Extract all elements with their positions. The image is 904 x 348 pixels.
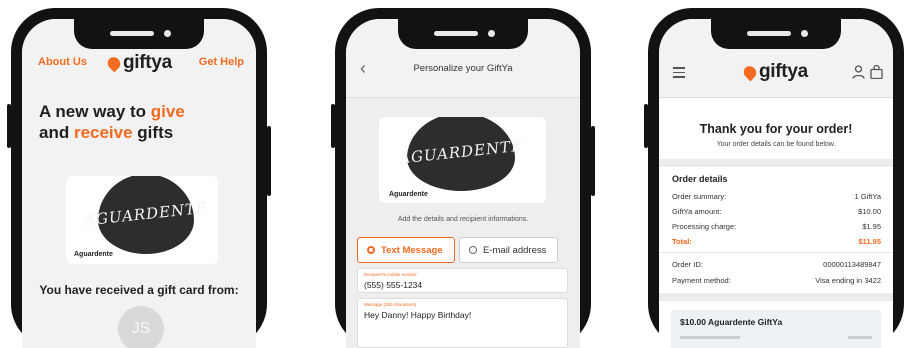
get-help-link[interactable]: Get Help	[199, 56, 244, 68]
personalize-screen: ‹ Personalize your GiftYa AGUARDENTE Agu…	[346, 19, 580, 348]
phone-notch	[398, 19, 528, 49]
mobile-number-field[interactable]: Recipient's mobile number (555) 555-1234	[357, 268, 568, 293]
phone-notch	[711, 19, 841, 49]
divider	[659, 252, 893, 253]
thank-you-title: Thank you for your order!	[699, 122, 853, 136]
payment-method-row: Payment method: Visa ending in 3422	[672, 276, 881, 285]
card-label: Aguardente	[389, 191, 428, 198]
phone-personalize: ‹ Personalize your GiftYa AGUARDENTE Agu…	[331, 8, 595, 348]
phone-home: About Us giftya Get Help A new way to gi…	[7, 8, 271, 348]
logo-drop-icon	[105, 54, 123, 72]
sender-avatar: JS	[118, 306, 164, 348]
gift-summary-title: $10.00 Aguardente GiftYa	[680, 317, 783, 327]
order-summary-row: Order summary: 1 GiftYa	[672, 192, 881, 201]
details-hint: Add the details and recipient informatio…	[397, 216, 529, 223]
giftya-amount-row: GiftYa amount: $10.00	[672, 207, 881, 216]
hero-heading: A new way to give and receive gifts	[39, 102, 185, 142]
order-id-row: Order ID: 00000113489847	[672, 260, 881, 269]
shopping-bag-icon[interactable]	[870, 65, 883, 79]
radio-empty-icon	[469, 246, 477, 254]
thank-you-subtitle: Your order details can be found below.	[716, 141, 836, 148]
total-row: Total: $11.95	[672, 237, 881, 246]
radio-selected-icon	[367, 246, 375, 254]
order-details-title: Order details	[672, 174, 728, 184]
processing-charge-row: Processing charge: $1.95	[672, 222, 881, 231]
user-account-icon[interactable]	[852, 65, 865, 79]
message-field[interactable]: Message (250 characters) Hey Danny! Happ…	[357, 298, 568, 348]
aguardente-pick-artwork: AGUARDENTE	[83, 176, 209, 254]
hamburger-menu-icon[interactable]	[673, 67, 685, 81]
section-divider	[659, 159, 893, 167]
gift-card-image: AGUARDENTE Aguardente	[379, 117, 546, 203]
confirmation-screen: giftya Thank you for your order! Your or…	[659, 19, 893, 348]
page-title: Personalize your GiftYa	[413, 63, 513, 74]
received-text: You have received a gift card from:	[39, 283, 239, 297]
card-label: Aguardente	[74, 251, 113, 258]
phone-notch	[74, 19, 204, 49]
email-option[interactable]: E-mail address	[459, 237, 558, 263]
text-message-option[interactable]: Text Message	[357, 237, 455, 263]
logo-drop-icon	[741, 63, 759, 81]
gift-card-image: AGUARDENTE Aguardente	[66, 176, 218, 264]
giftya-logo: giftya	[105, 52, 172, 74]
home-screen: About Us giftya Get Help A new way to gi…	[22, 19, 256, 348]
phone-confirmation: giftya Thank you for your order! Your or…	[644, 8, 904, 348]
aguardente-pick-artwork: AGUARDENTE	[398, 117, 524, 191]
section-divider	[659, 293, 893, 301]
about-us-link[interactable]: About Us	[38, 56, 87, 68]
gift-summary-box: $10.00 Aguardente GiftYa	[671, 310, 881, 348]
giftya-logo: giftya	[741, 61, 808, 83]
